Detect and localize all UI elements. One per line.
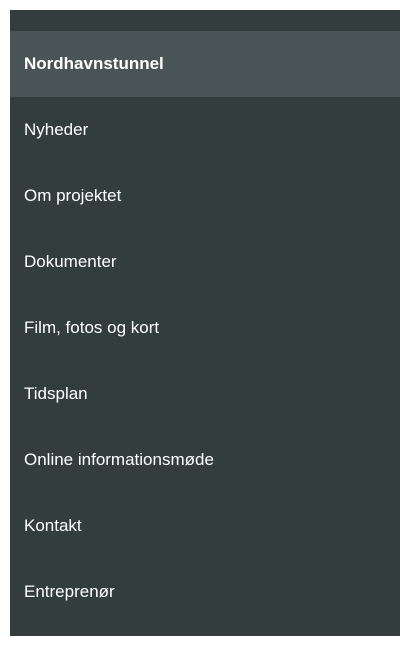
menu-header-nordhavnstunnel[interactable]: Nordhavnstunnel [10, 31, 400, 97]
menu-item-kontakt[interactable]: Kontakt [10, 493, 400, 559]
menu-item-entreprenoer[interactable]: Entreprenør [10, 559, 400, 625]
menu-item-dokumenter[interactable]: Dokumenter [10, 229, 400, 295]
menu-item-film-fotos-og-kort[interactable]: Film, fotos og kort [10, 295, 400, 361]
menu-item-tidsplan[interactable]: Tidsplan [10, 361, 400, 427]
menu-item-online-informationsmoede[interactable]: Online informationsmøde [10, 427, 400, 493]
menu-item-nyheder[interactable]: Nyheder [10, 97, 400, 163]
menu-item-om-projektet[interactable]: Om projektet [10, 163, 400, 229]
navigation-menu: Nordhavnstunnel Nyheder Om projektet Dok… [10, 10, 400, 636]
menu-list: Nyheder Om projektet Dokumenter Film, fo… [10, 97, 400, 625]
